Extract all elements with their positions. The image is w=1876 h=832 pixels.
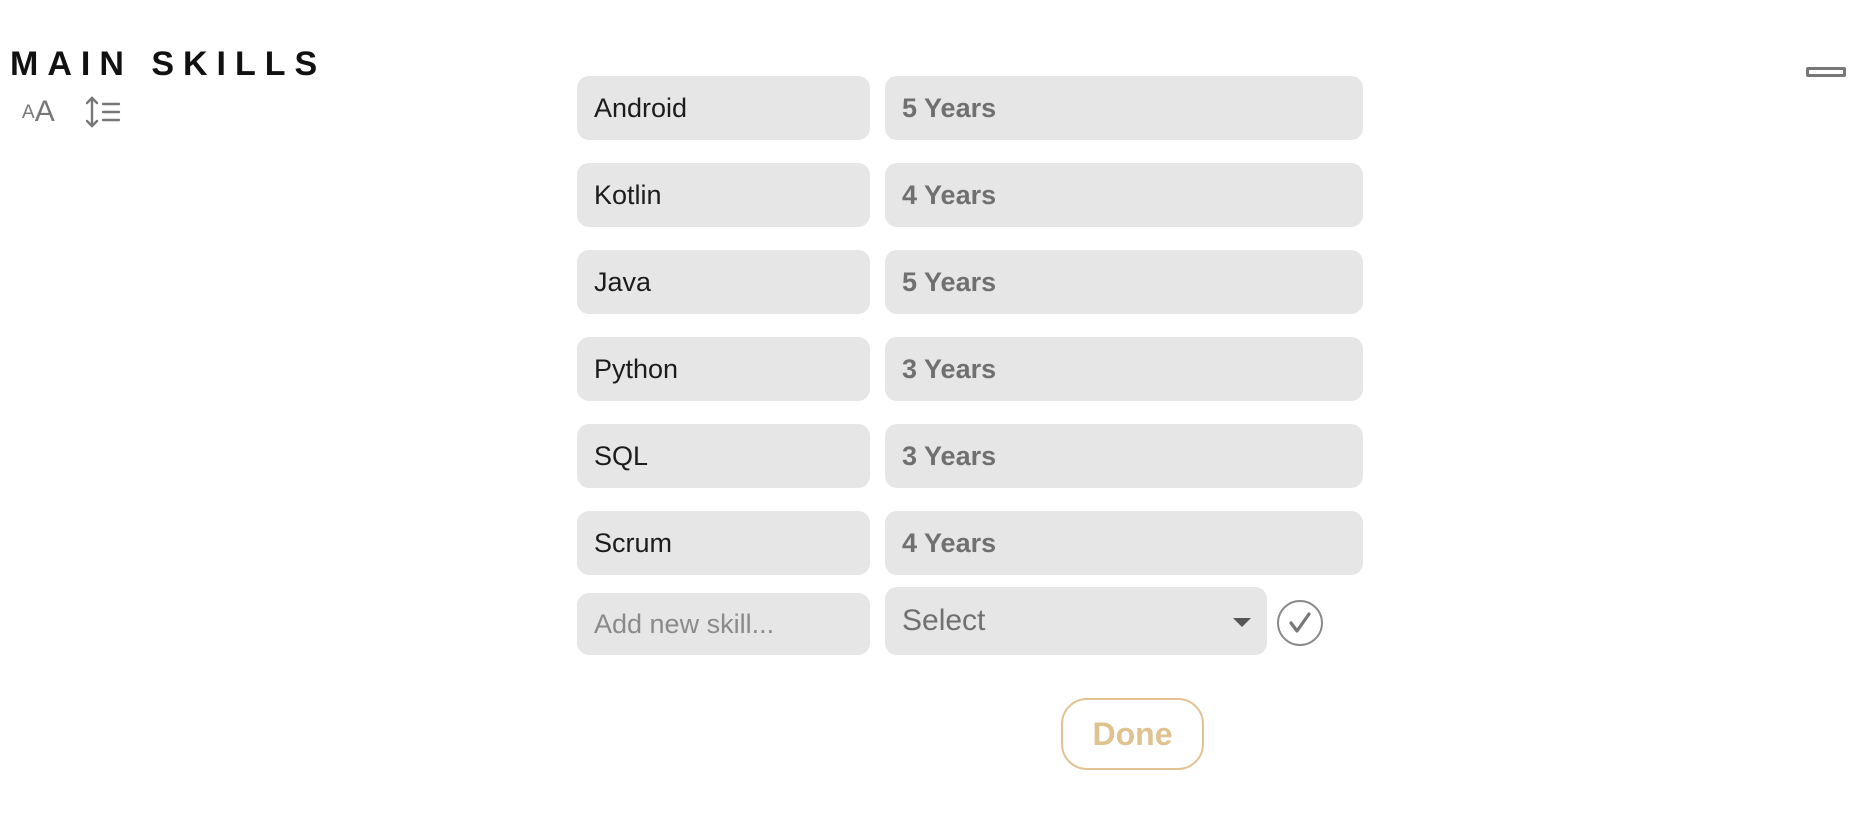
skill-experience-field[interactable]: 4 Years [885, 511, 1363, 575]
skill-name-field[interactable]: Java [577, 250, 870, 314]
confirm-button[interactable] [1277, 600, 1323, 646]
skill-experience-field[interactable]: 3 Years [885, 424, 1363, 488]
skill-name-field[interactable]: Kotlin [577, 163, 870, 227]
experience-select-value: Select [902, 604, 986, 637]
skill-name-field[interactable]: Python [577, 337, 870, 401]
done-button[interactable]: Done [1061, 698, 1204, 770]
skill-experience-field[interactable]: 4 Years [885, 163, 1363, 227]
checkmark-icon [1289, 612, 1311, 633]
font-size-icon[interactable]: AA [22, 94, 55, 130]
experience-select[interactable]: Select [885, 587, 1267, 655]
skill-experience-field[interactable]: 3 Years [885, 337, 1363, 401]
new-skill-input[interactable] [577, 593, 870, 655]
skill-name-field[interactable]: SQL [577, 424, 870, 488]
text-tools: AA [22, 94, 123, 130]
window-icon[interactable] [1806, 67, 1846, 77]
skill-name-field[interactable]: Scrum [577, 511, 870, 575]
skill-experience-field[interactable]: 5 Years [885, 76, 1363, 140]
skill-experience-field[interactable]: 5 Years [885, 250, 1363, 314]
chevron-down-icon [1233, 618, 1251, 627]
skill-name-field[interactable]: Android [577, 76, 870, 140]
line-spacing-icon[interactable] [83, 94, 123, 130]
page-title: MAIN SKILLS [10, 45, 327, 83]
